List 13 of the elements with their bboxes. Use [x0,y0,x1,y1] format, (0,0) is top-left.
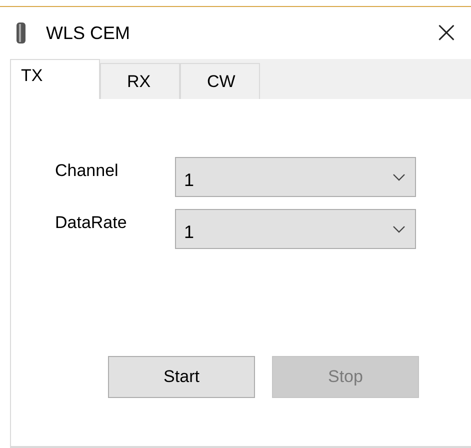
dropdown[interactable]: 1 [175,157,416,197]
field-label: Channel [55,160,120,181]
field-label: DataRate [55,212,128,233]
app-icon [16,22,26,44]
tab[interactable]: CW [180,63,260,99]
chevron-down-icon [393,174,405,180]
tab[interactable]: TX [10,59,100,99]
chevron-down-icon [393,226,405,232]
tab[interactable]: RX [100,63,180,99]
window-title: WLS CEM [46,22,132,44]
button[interactable]: Start [108,356,255,398]
dropdown[interactable]: 1 [175,209,416,249]
close-button[interactable]: × [422,18,471,48]
